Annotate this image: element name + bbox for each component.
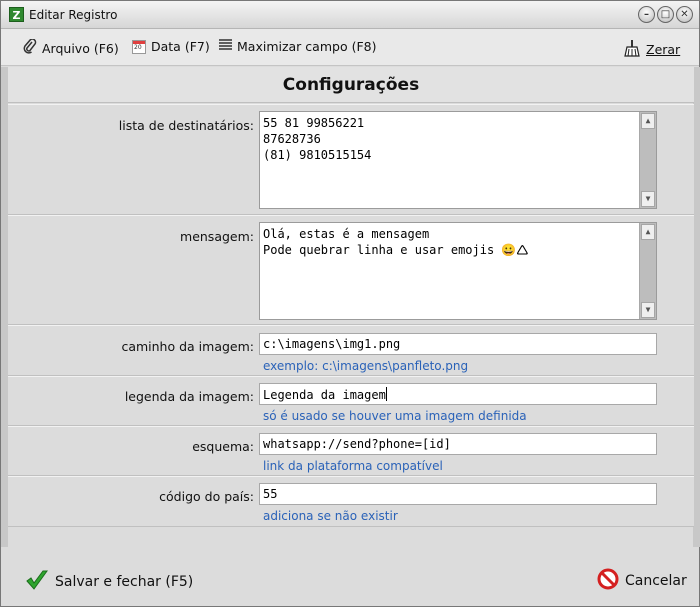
mensagem-scrollbar[interactable]: ▲ ▼	[639, 223, 656, 319]
maximizar-campo-button[interactable]: Maximizar campo (F8)	[219, 39, 376, 54]
window-title: Editar Registro	[29, 8, 118, 22]
mensagem-textarea[interactable]: Olá, estas é a mensagem Pode quebrar lin…	[259, 222, 657, 320]
save-close-label: Salvar e fechar (F5)	[55, 574, 194, 590]
mensagem-label: mensagem:	[180, 229, 254, 244]
codigo-row: código do país: 55 adiciona se não exist…	[8, 476, 694, 527]
cancel-icon	[597, 568, 619, 594]
esquema-hint: link da plataforma compatível	[263, 459, 443, 473]
zerar-label: Zerar	[646, 42, 681, 57]
legenda-label: legenda da imagem:	[124, 389, 254, 404]
lines-icon	[219, 39, 232, 54]
window-controls: – □ ✕	[638, 6, 693, 23]
caminho-hint: exemplo: c:\imagens\panfleto.png	[263, 359, 469, 373]
caminho-label: caminho da imagem:	[121, 339, 254, 354]
paperclip-icon	[23, 38, 37, 57]
caminho-row: caminho da imagem: c:\imagens\img1.png e…	[8, 325, 694, 376]
caminho-input[interactable]: c:\imagens\img1.png	[259, 333, 657, 355]
arquivo-button[interactable]: Arquivo (F6)	[23, 38, 119, 57]
data-label: Data (F7)	[151, 39, 210, 54]
left-margin	[1, 67, 8, 547]
title-bar[interactable]: Z Editar Registro – □ ✕	[1, 1, 699, 29]
edit-record-window: Z Editar Registro – □ ✕ Arquivo (F6) 20 …	[0, 0, 700, 607]
destinatarios-label: lista de destinatários:	[118, 118, 254, 133]
zerar-button[interactable]: Zerar	[623, 39, 680, 60]
codigo-input[interactable]: 55	[259, 483, 657, 505]
close-button[interactable]: ✕	[676, 6, 693, 23]
cancel-button[interactable]: Cancelar	[597, 568, 687, 594]
mensagem-line: Olá, estas é a mensagem	[263, 227, 430, 241]
destinatarios-scrollbar[interactable]: ▲ ▼	[639, 112, 656, 208]
destinatarios-textarea[interactable]: 55 81 99856221 87628736 (81) 9810515154 …	[259, 111, 657, 209]
toolbar: Arquivo (F6) 20 Data (F7) Maximizar camp…	[1, 29, 699, 66]
codigo-label: código do país:	[159, 489, 254, 504]
scroll-up-icon[interactable]: ▲	[641, 224, 655, 240]
page-title: Configurações	[282, 75, 420, 95]
legenda-input[interactable]: Legenda da imagem	[259, 383, 657, 405]
minimize-button[interactable]: –	[638, 6, 655, 23]
cancel-label: Cancelar	[625, 573, 687, 589]
esquema-label: esquema:	[192, 439, 254, 454]
esquema-row: esquema: whatsapp://send?phone=[id] link…	[8, 426, 694, 476]
legenda-hint: só é usado se houver uma imagem definida	[263, 409, 527, 423]
data-button[interactable]: 20 Data (F7)	[132, 39, 210, 54]
text-caret	[385, 387, 387, 401]
destinatarios-row: lista de destinatários: 55 81 99856221 8…	[8, 104, 694, 215]
right-margin	[693, 67, 700, 547]
maximizar-label: Maximizar campo (F8)	[237, 39, 377, 54]
page-title-bar: Configurações	[8, 67, 694, 103]
mensagem-row: mensagem: Olá, estas é a mensagem Pode q…	[8, 215, 694, 325]
footer: Salvar e fechar (F5) Cancelar	[1, 547, 699, 606]
esquema-input[interactable]: whatsapp://send?phone=[id]	[259, 433, 657, 455]
legenda-row: legenda da imagem: Legenda da imagem só …	[8, 376, 694, 426]
mensagem-line: Pode quebrar linha e usar emojis 😀🛆	[263, 243, 529, 257]
destinatario-line: (81) 9810515154	[263, 148, 372, 162]
destinatario-line: 55 81 99856221	[263, 116, 365, 130]
scroll-up-icon[interactable]: ▲	[641, 113, 655, 129]
destinatario-line: 87628736	[263, 132, 321, 146]
calendar-icon: 20	[132, 39, 146, 54]
codigo-hint: adiciona se não existir	[263, 509, 398, 523]
arquivo-label: Arquivo (F6)	[42, 40, 119, 56]
maximize-button[interactable]: □	[657, 6, 674, 23]
checkmark-icon	[25, 568, 49, 596]
broom-icon	[623, 39, 641, 60]
legenda-value: Legenda da imagem	[263, 388, 386, 402]
save-close-button[interactable]: Salvar e fechar (F5)	[25, 568, 193, 596]
scroll-down-icon[interactable]: ▼	[641, 191, 655, 207]
scroll-down-icon[interactable]: ▼	[641, 302, 655, 318]
app-logo-icon: Z	[9, 7, 24, 22]
